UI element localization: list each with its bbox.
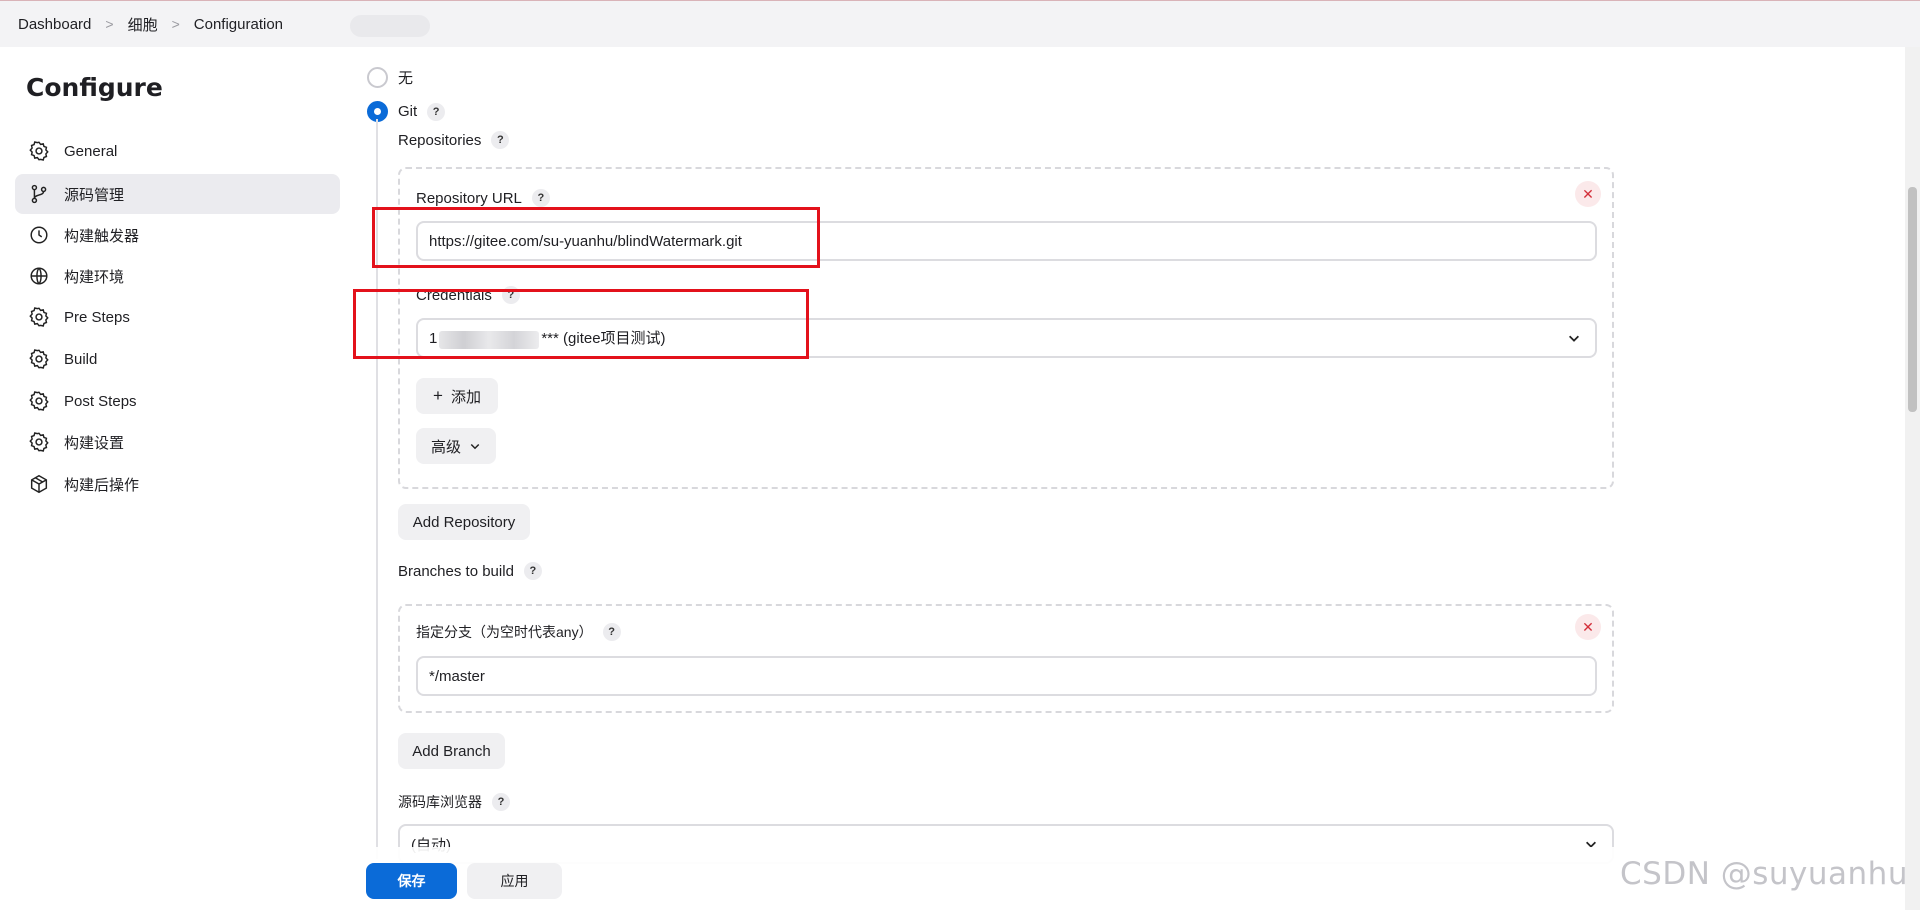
gear-icon [28, 306, 50, 328]
scm-option-git[interactable]: Git ? [367, 101, 446, 122]
branches-label-text: Branches to build [398, 562, 514, 580]
watermark: CSDN @suyuanhu [1620, 856, 1908, 892]
sidebar-item-label: General [64, 142, 118, 160]
radio-none[interactable] [367, 67, 388, 88]
chevron-down-icon [1569, 335, 1579, 342]
help-icon[interactable]: ? [523, 562, 542, 580]
branch-icon [28, 183, 50, 205]
breadcrumb-dashboard[interactable]: Dashboard [18, 16, 91, 33]
help-icon[interactable]: ? [531, 189, 550, 207]
help-icon[interactable]: ? [602, 623, 621, 641]
breadcrumb-job[interactable]: 细胞 [128, 14, 158, 35]
sidebar-item-triggers[interactable]: 构建触发器 [15, 215, 340, 255]
help-icon[interactable]: ? [492, 793, 510, 811]
sidebar-item-label: 构建触发器 [64, 227, 140, 245]
scrollbar-thumb[interactable] [1908, 187, 1917, 412]
page-title: Configure [26, 73, 163, 102]
sidebar-item-general[interactable]: General [15, 131, 340, 171]
remove-repository-button[interactable]: ✕ [1575, 181, 1601, 207]
repositories-label: Repositories ? [398, 131, 510, 149]
sidebar-item-pre-steps[interactable]: Pre Steps [15, 297, 340, 337]
sidebar-item-build-settings[interactable]: 构建设置 [15, 422, 340, 462]
chevron-down-icon [470, 443, 480, 450]
gear-icon [28, 390, 50, 412]
scm-section: 无 Git ? Repositories ? ✕ Repository URL … [350, 47, 1900, 864]
sidebar-item-post-build[interactable]: 构建后操作 [15, 464, 340, 504]
gear-icon [28, 140, 50, 162]
apply-button[interactable]: 应用 [467, 863, 562, 899]
chevron-right-icon: > [105, 16, 114, 32]
repositories-label-text: Repositories [398, 131, 482, 149]
sidebar: Configure General 源码管理 构建触发器 构建环境 Pre St… [0, 47, 345, 910]
add-repository-button[interactable]: Add Repository [398, 504, 530, 540]
plus-icon: + [433, 386, 443, 405]
branch-spec-input[interactable]: */master [416, 656, 1597, 696]
highlight-repo-url [372, 207, 820, 268]
sidebar-item-environment[interactable]: 构建环境 [15, 256, 340, 296]
scm-option-git-label: Git [398, 103, 418, 120]
repo-url-label-text: Repository URL [416, 189, 522, 207]
advanced-button[interactable]: 高级 [416, 428, 496, 464]
globe-icon [28, 265, 50, 287]
breadcrumb-configuration[interactable]: Configuration [194, 16, 283, 33]
scrollbar[interactable] [1905, 47, 1920, 910]
gear-icon [28, 431, 50, 453]
branches-label: Branches to build ? [398, 562, 542, 580]
help-icon[interactable]: ? [491, 131, 510, 149]
advanced-label: 高级 [430, 438, 461, 456]
chevron-right-icon: > [171, 16, 180, 32]
sidebar-item-label: Build [64, 350, 98, 368]
cube-icon [28, 473, 50, 495]
sidebar-item-post-steps[interactable]: Post Steps [15, 381, 340, 421]
sidebar-item-build[interactable]: Build [15, 339, 340, 379]
add-branch-button[interactable]: Add Branch [398, 733, 505, 769]
gear-icon [28, 348, 50, 370]
browser-label: 源码库浏览器 ? [398, 792, 510, 812]
clock-icon [28, 224, 50, 246]
sidebar-item-label: Pre Steps [64, 308, 130, 326]
breadcrumb-pill [350, 15, 430, 37]
sidebar-item-label: 源码管理 [64, 186, 125, 204]
add-credentials-button[interactable]: + 添加 [416, 378, 498, 414]
scm-option-none-label: 无 [398, 70, 414, 87]
highlight-credentials [353, 289, 809, 359]
save-button[interactable]: 保存 [366, 863, 457, 899]
repo-url-label: Repository URL ? [416, 189, 550, 207]
sidebar-item-label: Post Steps [64, 392, 137, 410]
sidebar-item-label: 构建后操作 [64, 476, 140, 494]
branch-entry: ✕ 指定分支（为空时代表any） ? */master [398, 604, 1614, 713]
add-credentials-label: 添加 [450, 388, 481, 406]
branch-spec-label-text: 指定分支（为空时代表any） [416, 624, 593, 640]
breadcrumb: Dashboard > 细胞 > Configuration [0, 0, 1920, 47]
remove-branch-button[interactable]: ✕ [1575, 614, 1601, 640]
sidebar-item-label: 构建设置 [64, 434, 125, 452]
help-icon[interactable]: ? [427, 102, 446, 121]
scm-option-none[interactable]: 无 [367, 67, 413, 88]
branch-spec-label: 指定分支（为空时代表any） ? [416, 622, 621, 642]
sidebar-item-scm[interactable]: 源码管理 [15, 174, 340, 214]
browser-label-text: 源码库浏览器 [398, 794, 482, 810]
sidebar-item-label: 构建环境 [64, 268, 125, 286]
